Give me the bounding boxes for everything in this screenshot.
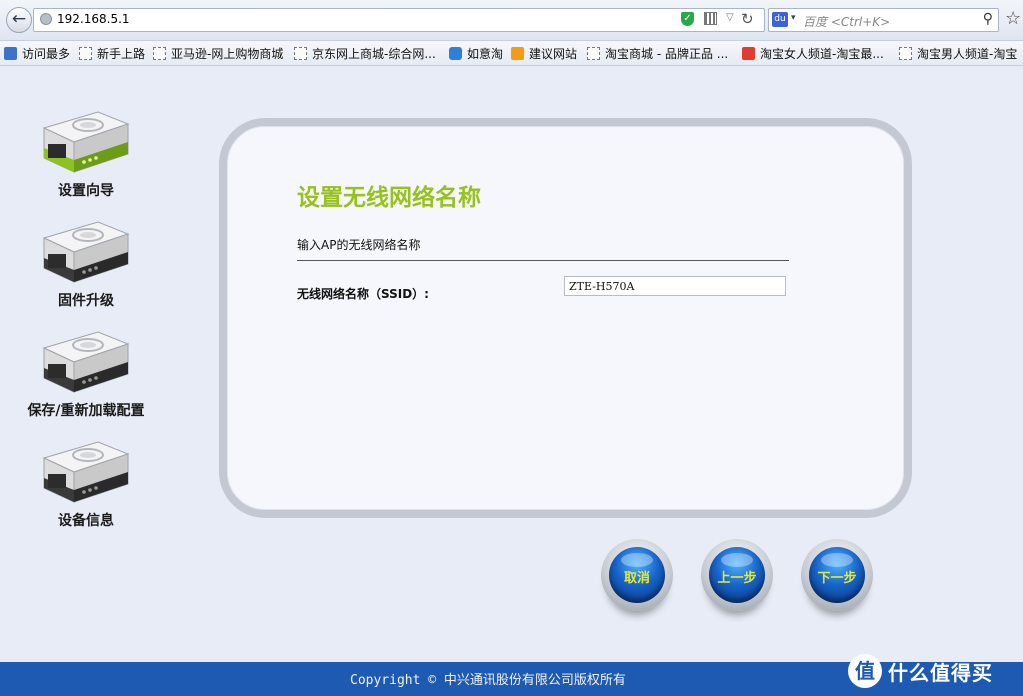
router-device-icon	[42, 441, 130, 503]
sidebar-item-label: 设备信息	[58, 513, 114, 529]
prev-step-button[interactable]: 上一步	[701, 539, 773, 611]
baidu-paw-icon[interactable]: du	[772, 12, 788, 27]
watermark: 值 什么值得买	[848, 654, 993, 688]
reader-icon	[4, 47, 17, 60]
sidebar-item-label: 保存/重新加载配置	[27, 403, 145, 419]
bookmark-item[interactable]: 淘宝男人频道-淘宝	[899, 45, 1017, 62]
sidebar-item-label: 设置向导	[58, 183, 114, 199]
sidebar-item-label: 固件升级	[58, 293, 114, 309]
wizard-panel: 设置无线网络名称 输入AP的无线网络名称 无线网络名称（SSID）:	[219, 118, 912, 518]
bookmark-item[interactable]: 亚马逊-网上购物商城	[153, 45, 283, 62]
address-bar[interactable]: 192.168.5.1 ✓ ▽ ↻	[33, 8, 765, 32]
shield-icon[interactable]: ✓	[681, 12, 694, 26]
footer-bar: Copyright © 中兴通讯股份有限公司版权所有 值 什么值得买	[0, 654, 1023, 696]
bookmark-item[interactable]: 如意淘	[449, 45, 503, 62]
watermark-logo: 值	[848, 654, 882, 688]
page-icon	[79, 47, 92, 60]
bookmark-item[interactable]: 淘宝女人频道-淘宝最...	[742, 45, 884, 62]
ssid-input[interactable]	[564, 276, 786, 296]
bookmark-item[interactable]: 京东网上商城-综合网...	[294, 45, 436, 62]
bookmark-label: 淘宝商城 - 品牌正品 ...	[605, 47, 729, 61]
button-label: 下一步	[817, 571, 857, 586]
search-box[interactable]: du ▾ 百度 <Ctrl+K> ⚲	[768, 8, 999, 32]
back-arrow-icon[interactable]: ←	[6, 7, 32, 33]
bulb-icon	[511, 47, 524, 60]
cancel-button[interactable]: 取消	[601, 539, 673, 611]
address-text[interactable]: 192.168.5.1	[57, 12, 130, 26]
button-face: 上一步	[709, 547, 765, 603]
bookmark-item[interactable]: 建议网站	[511, 45, 577, 62]
bookmark-label: 访问最多	[22, 47, 71, 61]
search-icon[interactable]: ⚲	[983, 11, 993, 27]
globe-icon	[40, 13, 52, 25]
bookmark-item[interactable]: 淘宝商城 - 品牌正品 ...	[587, 45, 728, 62]
chevron-down-icon[interactable]: ▽	[726, 12, 734, 23]
button-face: 取消	[609, 547, 665, 603]
ssid-label: 无线网络名称（SSID）:	[297, 287, 429, 301]
bookmark-label: 新手上路	[97, 47, 146, 61]
sidebar-item-firmware-upgrade[interactable]: 固件升级	[11, 208, 161, 310]
page-title: 设置无线网络名称	[297, 185, 481, 211]
bookmark-star-icon[interactable]: ☆	[1005, 8, 1021, 29]
ruyitao-icon	[449, 47, 462, 60]
sidebar-item-device-info[interactable]: 设备信息	[11, 428, 161, 530]
button-gloss	[621, 553, 653, 567]
bookmarks-bar: 访问最多 新手上路 亚马逊-网上购物商城 京东网上商城-综合网... 如意淘 建…	[0, 41, 1023, 66]
copyright-text: Copyright © 中兴通讯股份有限公司版权所有	[350, 673, 626, 688]
sidebar-item-setup-wizard[interactable]: 设置向导	[11, 98, 161, 200]
router-device-icon	[42, 221, 130, 283]
taobao-icon	[742, 47, 755, 60]
bookmark-label: 淘宝男人频道-淘宝	[917, 47, 1018, 61]
chevron-down-icon[interactable]: ▾	[791, 13, 796, 23]
page-icon	[294, 47, 307, 60]
bookmark-label: 如意淘	[467, 47, 504, 61]
button-label: 取消	[623, 571, 650, 586]
watermark-text: 什么值得买	[888, 660, 993, 685]
button-face: 下一步	[809, 547, 865, 603]
page-description: 输入AP的无线网络名称	[297, 238, 421, 252]
bookmark-label: 建议网站	[529, 47, 578, 61]
next-step-button[interactable]: 下一步	[801, 539, 873, 611]
button-label: 上一步	[717, 571, 757, 586]
router-device-icon	[42, 111, 130, 173]
search-placeholder[interactable]: 百度 <Ctrl+K>	[803, 13, 890, 30]
page-icon	[899, 47, 912, 60]
reload-icon[interactable]: ↻	[741, 10, 754, 28]
page-icon	[587, 47, 600, 60]
browser-toolbar: ← 192.168.5.1 ✓ ▽ ↻ du ▾ 百度 <Ctrl+K> ⚲ ☆	[0, 0, 1023, 41]
button-gloss	[821, 553, 853, 567]
bookmark-label: 淘宝女人频道-淘宝最...	[760, 47, 884, 61]
button-gloss	[721, 553, 753, 567]
page-icon	[153, 47, 166, 60]
bookmark-label: 亚马逊-网上购物商城	[171, 47, 284, 61]
divider	[297, 260, 789, 261]
qr-code-icon[interactable]	[704, 12, 717, 25]
sidebar-item-save-reload-config[interactable]: 保存/重新加载配置	[11, 318, 161, 420]
bookmark-item[interactable]: 新手上路	[79, 45, 145, 62]
router-config-page: 设置向导 固件升级 保存/重新加载配置 设备信息 设置无线网络名称 输入AP的无…	[0, 66, 1023, 662]
router-device-icon	[42, 331, 130, 393]
bookmark-label: 京东网上商城-综合网...	[312, 47, 436, 61]
bookmark-item[interactable]: 访问最多	[4, 45, 70, 62]
